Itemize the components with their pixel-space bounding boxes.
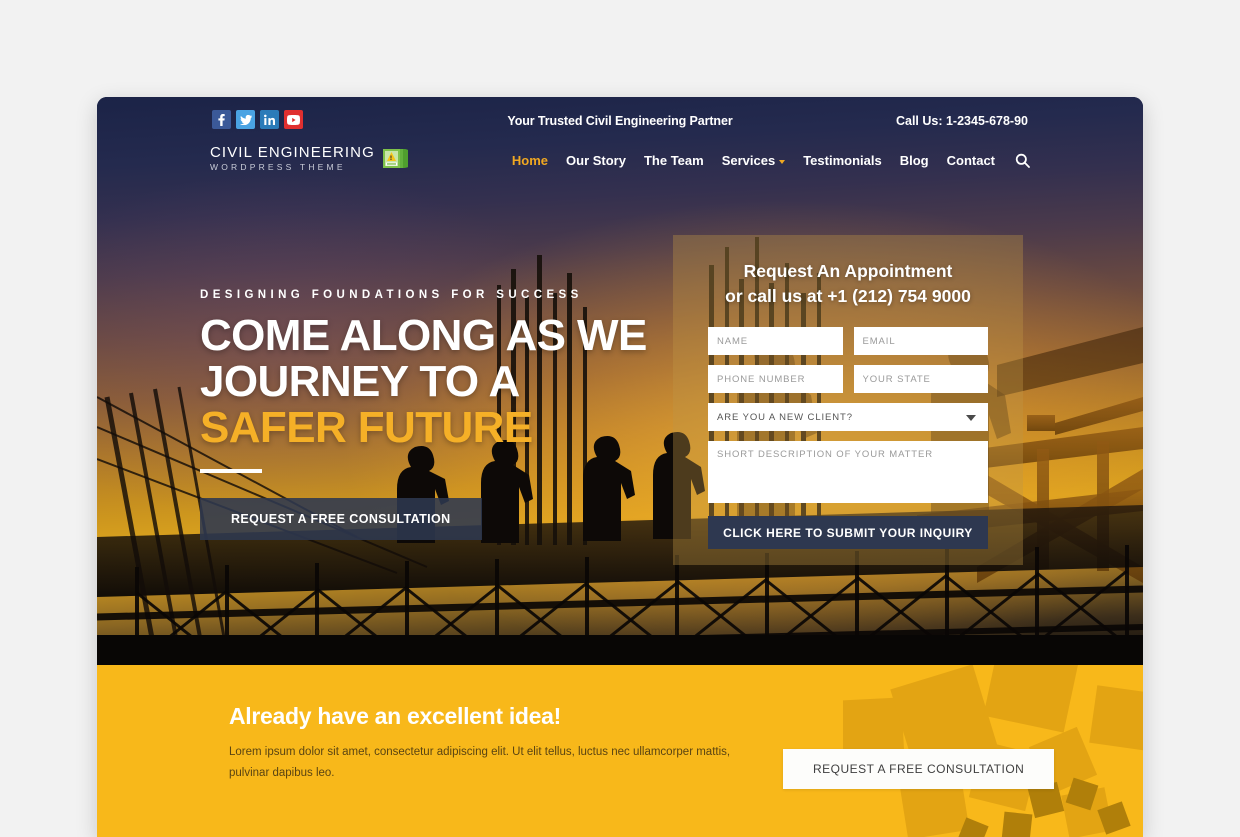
nav-label: Our Story [566, 153, 626, 168]
panel-title: Request An Appointment or call us at +1 … [708, 259, 988, 309]
call-us-text: Call Us: 1-2345-678-90 [895, 114, 1028, 128]
cta-title: Already have an excellent idea! [229, 703, 562, 729]
nav-label: Contact [946, 153, 995, 168]
phone-input[interactable] [708, 365, 843, 393]
nav-label: The Team [643, 153, 704, 168]
name-input[interactable] [708, 327, 843, 355]
appointment-panel: Request An Appointment or call us at +1 … [673, 235, 1023, 565]
form-row-1 [708, 327, 988, 355]
logo-line-1: CIVIL ENGINEERING [210, 144, 375, 161]
nav-item-blog[interactable]: Blog [900, 153, 929, 168]
nav-item-our-story[interactable]: Our Story [566, 153, 626, 168]
submit-inquiry-button[interactable]: CLICK HERE TO SUBMIT YOUR INQUIRY [708, 516, 988, 549]
nav-item-the-team[interactable]: The Team [644, 153, 704, 168]
nav-label: Home [511, 153, 549, 168]
hero-section: Your Trusted Civil Engineering Partner C… [97, 97, 1143, 665]
panel-title-line-2: or call us at +1 (212) 754 9000 [725, 286, 971, 306]
appointment-form: CLICK HERE TO SUBMIT YOUR INQUIRY [708, 327, 988, 549]
hero-divider [200, 469, 262, 473]
hero-consultation-button[interactable]: REQUEST A FREE CONSULTATION [200, 498, 482, 540]
cta-body: Lorem ipsum dolor sit amet, consectetur … [229, 746, 731, 779]
svg-text:!: ! [389, 155, 392, 162]
chevron-down-icon [779, 159, 786, 164]
nav-item-testimonials[interactable]: Testimonials [803, 153, 882, 168]
headline-line-3: SAFER FUTURE [200, 403, 533, 452]
navigation-bar: CIVIL ENGINEERING WORDPRESS THEME ! Home… [97, 141, 1143, 183]
nav-label: Testimonials [803, 153, 882, 168]
email-input[interactable] [853, 327, 988, 355]
nav-item-contact[interactable]: Contact [947, 153, 995, 168]
site-logo[interactable]: CIVIL ENGINEERING WORDPRESS THEME ! [210, 145, 408, 172]
hero-copy: DESIGNING FOUNDATIONS FOR SUCCESS COME A… [200, 289, 647, 540]
state-input[interactable] [853, 365, 988, 393]
cta-consultation-button[interactable]: REQUEST A FREE CONSULTATION [783, 749, 1055, 789]
headline-line-2: JOURNEY TO A [200, 357, 520, 406]
matter-description-textarea[interactable] [708, 441, 988, 503]
main-nav: Home Our Story The Team Services Testimo… [512, 153, 1030, 168]
top-bar: Your Trusted Civil Engineering Partner C… [97, 97, 1143, 144]
site-page: Your Trusted Civil Engineering Partner C… [97, 97, 1143, 837]
form-row-2 [708, 365, 988, 393]
cta-section: Already have an excellent idea! Lorem ip… [97, 665, 1143, 837]
nav-label: Services [721, 153, 776, 168]
search-icon[interactable] [1015, 153, 1030, 168]
cta-text-block: Already have an excellent idea! Lorem ip… [229, 703, 749, 784]
headline-line-1: COME ALONG AS WE [200, 311, 647, 360]
panel-title-line-1: Request An Appointment [743, 261, 953, 281]
logo-line-2: WORDPRESS THEME [210, 162, 346, 172]
hero-headline: COME ALONG AS WE JOURNEY TO A SAFER FUTU… [200, 313, 647, 451]
client-select-wrapper [708, 403, 988, 431]
blueprint-icon: ! [382, 148, 408, 168]
nav-item-home[interactable]: Home [512, 153, 548, 168]
new-client-select[interactable] [708, 403, 988, 431]
hero-eyebrow: DESIGNING FOUNDATIONS FOR SUCCESS [200, 289, 583, 301]
nav-item-services[interactable]: Services [722, 153, 786, 168]
nav-label: Blog [899, 153, 929, 168]
logo-text: CIVIL ENGINEERING WORDPRESS THEME [210, 145, 375, 172]
